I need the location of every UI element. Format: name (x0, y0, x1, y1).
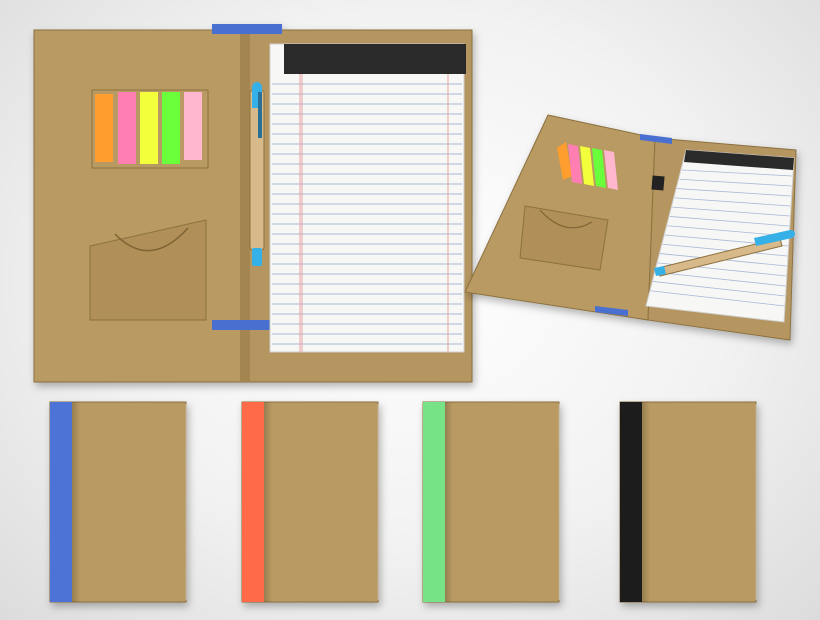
notebook-spine (423, 402, 445, 602)
open-folder-angled (464, 114, 797, 341)
notebook (241, 401, 379, 603)
pen (249, 82, 265, 266)
notebook-spine (620, 402, 642, 602)
hinge-tape-top (212, 24, 282, 34)
spine-shadow (445, 402, 453, 602)
product-photo (0, 0, 820, 620)
spine-shadow (72, 402, 80, 602)
legal-notepad (269, 43, 466, 353)
notebook (49, 401, 187, 603)
open-folder-front (33, 24, 473, 383)
sticky-flags (91, 89, 209, 169)
notebook (422, 401, 560, 603)
spine-shadow (264, 402, 272, 602)
spine-shadow (642, 402, 650, 602)
product-photo-canvas (33, 24, 797, 603)
notebook (619, 401, 757, 603)
notebook-spine (50, 402, 72, 602)
notebook-row (49, 401, 757, 603)
notebook-spine (242, 402, 264, 602)
